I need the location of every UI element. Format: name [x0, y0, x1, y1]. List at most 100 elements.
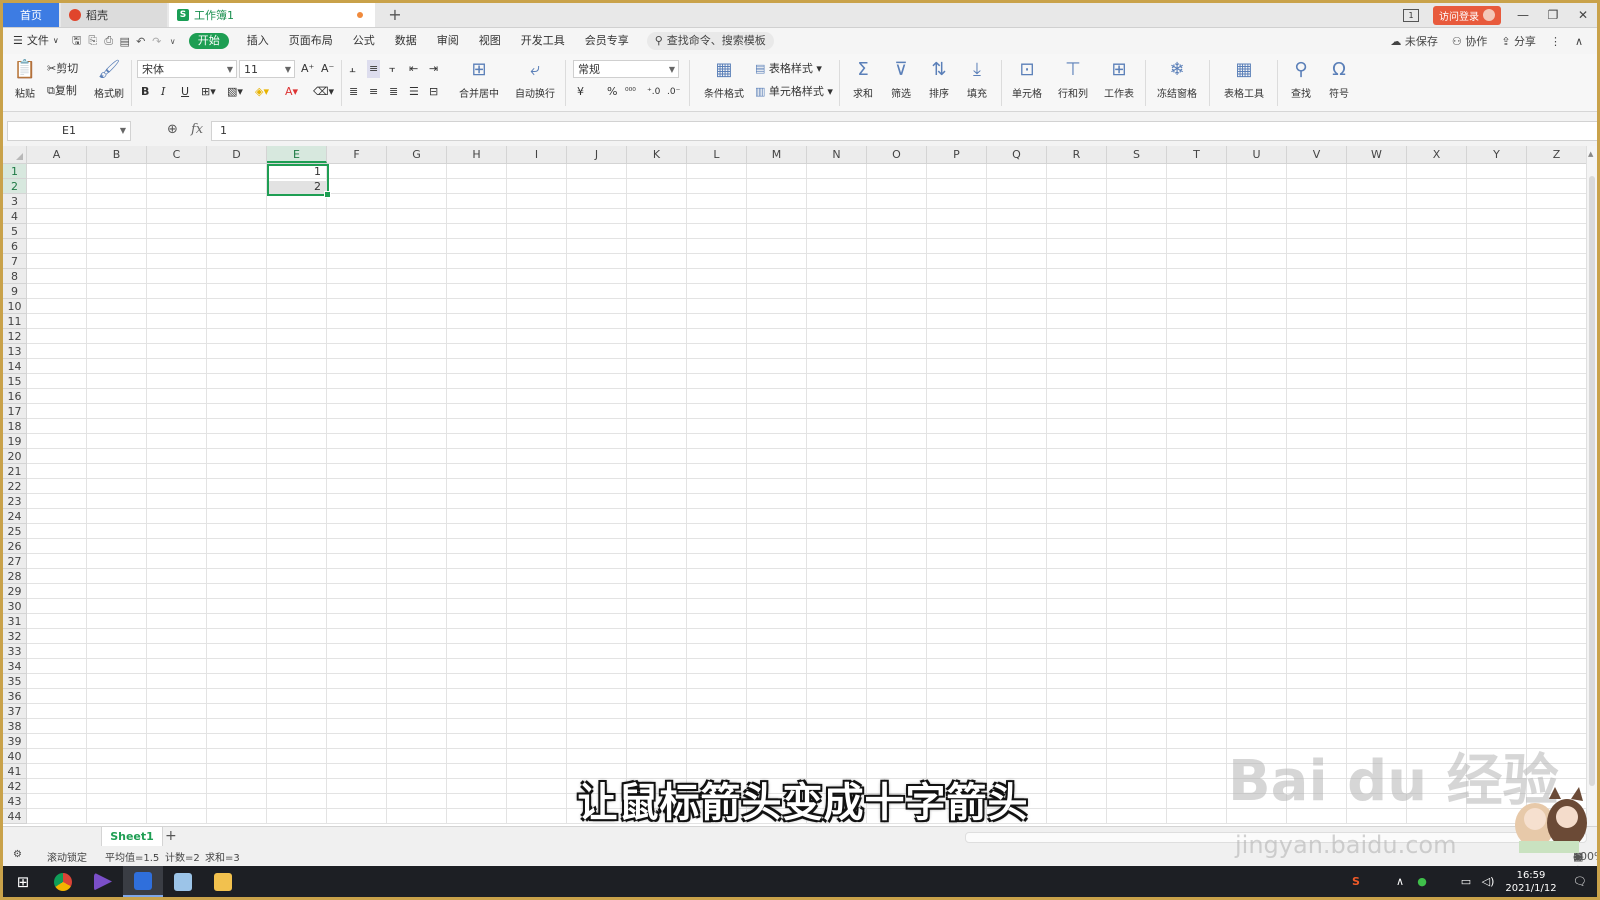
column-header-y[interactable]: Y: [1467, 146, 1527, 163]
minimize-icon[interactable]: —: [1515, 8, 1531, 22]
find-button[interactable]: ⚲ 查找: [1283, 59, 1319, 100]
more-icon[interactable]: ⋮: [1550, 35, 1561, 48]
print-preview-icon[interactable]: ▤: [117, 35, 133, 48]
row-header-8[interactable]: 8: [3, 269, 26, 284]
row-header-37[interactable]: 37: [3, 704, 26, 719]
tab-workbook[interactable]: S 工作簿1: [169, 3, 375, 27]
row-header-23[interactable]: 23: [3, 494, 26, 509]
tab-docer[interactable]: 稻壳: [61, 3, 167, 27]
indent-increase-icon[interactable]: ⇥: [429, 60, 438, 78]
scroll-thumb[interactable]: [1589, 176, 1595, 786]
tab-home[interactable]: 首页: [3, 3, 59, 27]
menu-start[interactable]: 开始: [188, 33, 229, 49]
column-header-i[interactable]: I: [507, 146, 567, 163]
wrap-text-button[interactable]: ⤶ 自动换行: [509, 59, 561, 100]
taskbar-wps[interactable]: [123, 866, 163, 897]
column-header-e[interactable]: E: [267, 146, 327, 163]
row-header-1[interactable]: 1: [3, 164, 26, 179]
row-header-34[interactable]: 34: [3, 659, 26, 674]
cells-button[interactable]: ⊡ 单元格: [1007, 59, 1047, 100]
indent-decrease-icon[interactable]: ⇤: [409, 60, 418, 78]
tray-expand-icon[interactable]: ∧: [1389, 875, 1411, 888]
font-color-icon[interactable]: A▾: [285, 83, 298, 101]
row-header-5[interactable]: 5: [3, 224, 26, 239]
taskbar-chrome[interactable]: [43, 866, 83, 897]
italic-button[interactable]: I: [161, 83, 165, 101]
row-header-39[interactable]: 39: [3, 734, 26, 749]
font-name-select[interactable]: 宋体 ▼: [137, 60, 237, 78]
cell-fill-pattern-icon[interactable]: ▧▾: [227, 83, 243, 101]
export-pdf-icon[interactable]: ⎘: [85, 34, 101, 48]
zoom-formula-icon[interactable]: ⊕: [167, 122, 178, 137]
taskbar-media[interactable]: [83, 866, 123, 897]
cut-button[interactable]: ✂剪切: [47, 60, 78, 78]
column-header-m[interactable]: M: [747, 146, 807, 163]
row-header-36[interactable]: 36: [3, 689, 26, 704]
select-all-corner[interactable]: [3, 146, 27, 164]
menu-developer[interactable]: 开发工具: [511, 28, 575, 54]
increase-font-icon[interactable]: A⁺: [301, 60, 314, 78]
row-header-19[interactable]: 19: [3, 434, 26, 449]
align-middle-icon[interactable]: ≡: [367, 60, 381, 78]
row-header-4[interactable]: 4: [3, 209, 26, 224]
taskbar-explorer[interactable]: [203, 866, 243, 897]
row-header-7[interactable]: 7: [3, 254, 26, 269]
underline-button[interactable]: U: [181, 83, 189, 101]
vertical-scrollbar[interactable]: ▲: [1586, 146, 1597, 826]
row-header-14[interactable]: 14: [3, 359, 26, 374]
thousands-icon[interactable]: ⁰⁰⁰: [625, 83, 636, 101]
unsaved-button[interactable]: ☁ 未保存: [1390, 33, 1438, 49]
undo-icon[interactable]: ↶: [133, 35, 149, 48]
redo-icon[interactable]: ↷: [149, 35, 165, 48]
row-header-38[interactable]: 38: [3, 719, 26, 734]
row-header-35[interactable]: 35: [3, 674, 26, 689]
save-icon[interactable]: 🖫: [69, 32, 85, 51]
column-header-o[interactable]: O: [867, 146, 927, 163]
row-header-16[interactable]: 16: [3, 389, 26, 404]
row-header-30[interactable]: 30: [3, 599, 26, 614]
taskbar-notepad[interactable]: [163, 866, 203, 897]
notification-icon[interactable]: 🗨: [1563, 875, 1597, 888]
worksheet-button[interactable]: ⊞ 工作表: [1099, 59, 1139, 100]
customize-chevron-icon[interactable]: ∨: [165, 37, 181, 46]
rows-cols-button[interactable]: ⊤ 行和列: [1053, 59, 1093, 100]
collapse-ribbon-icon[interactable]: ∧: [1575, 35, 1583, 48]
freeze-panes-button[interactable]: ❄ 冻结窗格: [1151, 59, 1203, 100]
file-menu[interactable]: ☰ 文件 ∨: [3, 28, 69, 54]
row-header-18[interactable]: 18: [3, 419, 26, 434]
row-header-31[interactable]: 31: [3, 614, 26, 629]
filter-button[interactable]: ⊽ 筛选: [883, 59, 919, 100]
command-search[interactable]: ⚲ 查找命令、搜索模板: [646, 32, 774, 50]
cell-style-button[interactable]: ▥ 单元格样式 ▾: [755, 83, 833, 101]
cell-e2[interactable]: 2: [269, 180, 321, 193]
row-header-29[interactable]: 29: [3, 584, 26, 599]
column-header-p[interactable]: P: [927, 146, 987, 163]
login-button[interactable]: 访问登录: [1433, 5, 1501, 25]
format-painter-button[interactable]: 🖌 格式刷: [91, 59, 127, 100]
formula-input[interactable]: 1: [211, 121, 1597, 141]
row-header-21[interactable]: 21: [3, 464, 26, 479]
decrease-font-icon[interactable]: A⁻: [321, 60, 334, 78]
wechat-icon[interactable]: ●: [1411, 875, 1433, 888]
row-header-2[interactable]: 2: [3, 179, 26, 194]
column-header-j[interactable]: J: [567, 146, 627, 163]
cell-e1[interactable]: 1: [269, 165, 321, 178]
column-header-l[interactable]: L: [687, 146, 747, 163]
decrease-decimal-icon[interactable]: .0⁻: [667, 83, 680, 101]
number-format-select[interactable]: 常规 ▼: [573, 60, 679, 78]
menu-view[interactable]: 视图: [469, 28, 511, 54]
paste-button[interactable]: 📋 粘贴: [9, 59, 41, 100]
row-header-26[interactable]: 26: [3, 539, 26, 554]
percent-button[interactable]: %: [607, 83, 617, 101]
share-button[interactable]: ⇪ 分享: [1501, 33, 1536, 49]
row-header-17[interactable]: 17: [3, 404, 26, 419]
sum-button[interactable]: Σ 求和: [845, 59, 881, 100]
sheet-tab-sheet1[interactable]: Sheet1: [101, 827, 163, 846]
table-tools-button[interactable]: ▦ 表格工具: [1217, 59, 1271, 100]
align-right-icon[interactable]: ≣: [389, 83, 398, 101]
column-header-x[interactable]: X: [1407, 146, 1467, 163]
spreadsheet-grid[interactable]: ABCDEFGHIJKLMNOPQRSTUVWXYZ 1 2 3 4 5 6 7 8 9 10 11…: [3, 146, 1597, 826]
font-size-select[interactable]: 11 ▼: [239, 60, 295, 78]
row-header-28[interactable]: 28: [3, 569, 26, 584]
add-sheet-button[interactable]: +: [165, 827, 177, 846]
